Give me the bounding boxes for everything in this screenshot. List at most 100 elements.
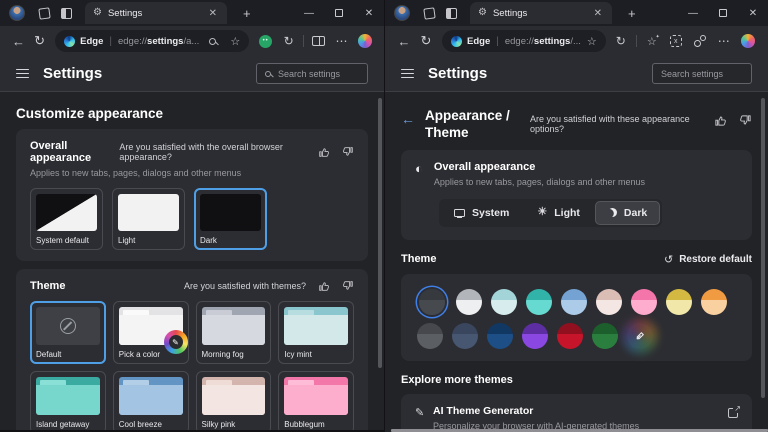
scrollbar[interactable] (378, 98, 382, 368)
minimize-button[interactable]: — (294, 0, 324, 26)
close-button[interactable]: ✕ (354, 0, 384, 26)
external-link-icon[interactable] (728, 408, 738, 418)
option-system-default[interactable]: System default (30, 188, 103, 250)
search-settings-input[interactable]: Search settings (652, 63, 752, 84)
extension-x-icon[interactable]: x (664, 30, 688, 52)
search-in-url-icon[interactable] (209, 38, 216, 45)
thumbs-down-icon[interactable] (342, 146, 354, 158)
segment-system[interactable]: System (441, 201, 522, 225)
tab-actions-icon[interactable] (55, 3, 77, 23)
theme-swatch-orange[interactable] (701, 289, 727, 315)
search-settings-input[interactable]: Search settings (256, 63, 368, 84)
new-tab-button[interactable]: + (237, 6, 257, 21)
theme-tile-icy-mint[interactable]: Icy mint (278, 301, 354, 364)
back-icon[interactable]: ← (8, 34, 29, 49)
tab-close-icon[interactable]: ✕ (205, 7, 221, 20)
theme-swatch-silky-pink[interactable] (596, 289, 622, 315)
url-text[interactable]: edge://settings/... (505, 36, 581, 47)
workspaces-icon[interactable] (33, 3, 55, 23)
theme-swatch-gray[interactable] (417, 323, 443, 349)
theme-swatch-navy[interactable] (487, 323, 513, 349)
thumbs-up-icon[interactable] (318, 280, 330, 292)
more-menu-icon[interactable]: ⋯ (330, 30, 353, 52)
refresh-icon[interactable]: ↻ (415, 33, 437, 49)
toolbar: ← ↻ Edge | edge://settings/a... ☆ •• ↻ ⋯ (0, 26, 384, 56)
theme-tile-grid: Default✎Pick a color Morning fog Icy mint I… (30, 301, 354, 432)
minimize-button[interactable]: — (678, 0, 708, 26)
theme-tile-default[interactable]: Default (30, 301, 106, 364)
copilot-icon[interactable] (736, 30, 760, 52)
maximize-button[interactable] (708, 0, 738, 26)
address-bar[interactable]: Edge | edge://settings/... ☆ (442, 30, 606, 52)
tab-close-icon[interactable]: ✕ (590, 7, 606, 20)
profile-avatar[interactable] (394, 5, 410, 21)
thumbs-up-icon[interactable] (714, 114, 727, 127)
theme-tile-bubblegum[interactable]: Bubblegum (278, 371, 354, 432)
tab-actions-icon[interactable] (440, 3, 462, 23)
restore-icon: ↺ (664, 253, 673, 266)
theme-tile-label: Morning fog (202, 350, 266, 359)
refresh-icon[interactable]: ↻ (29, 33, 50, 49)
back-icon[interactable]: ← (393, 34, 415, 49)
menu-icon[interactable] (16, 66, 29, 81)
theme-swatch-white[interactable] (456, 289, 482, 315)
theme-swatch-red[interactable] (557, 323, 583, 349)
browser-essentials-icon[interactable]: ↻ (277, 30, 300, 52)
theme-swatch-turquoise[interactable] (526, 289, 552, 315)
theme-tile-pick-a-color[interactable]: ✎Pick a color (113, 301, 189, 364)
theme-preview (36, 307, 100, 345)
new-tab-button[interactable]: + (622, 6, 642, 21)
theme-tile-silky-pink[interactable]: Silky pink (196, 371, 272, 432)
favorite-star-icon[interactable]: ☆ (230, 35, 240, 48)
custom-color-eyedropper-button[interactable] (627, 323, 653, 349)
theme-swatch-default[interactable] (419, 289, 445, 315)
segment-dark-selected[interactable]: Dark (595, 201, 660, 225)
thumbs-up-icon[interactable] (318, 146, 330, 158)
system-default-preview (36, 194, 97, 231)
option-dark-selected[interactable]: Dark (194, 188, 267, 250)
theme-swatch-purple[interactable] (522, 323, 548, 349)
theme-tile-island-getaway[interactable]: Island getaway (30, 371, 106, 432)
theme-swatch-yellow[interactable] (666, 289, 692, 315)
ai-theme-generator-row[interactable]: ✎ AI Theme Generator Personalize your br… (401, 394, 752, 432)
theme-preview (284, 377, 348, 415)
browser-window-right: ⚙ Settings ✕ + — ✕ ← ↻ Edge | edge://set… (384, 0, 768, 432)
thumbs-down-icon[interactable] (739, 114, 752, 127)
split-screen-icon[interactable] (307, 30, 330, 52)
favorite-star-icon[interactable]: ☆ (587, 35, 597, 48)
profile-avatar[interactable] (9, 5, 25, 21)
more-menu-icon[interactable]: ⋯ (712, 30, 736, 52)
extension-green-icon[interactable]: •• (254, 30, 277, 52)
option-light[interactable]: Light (112, 188, 185, 250)
browser-essentials-icon[interactable]: ↻ (609, 30, 633, 52)
theme-swatch-icy-mint[interactable] (491, 289, 517, 315)
restore-default-button[interactable]: ↺ Restore default (664, 253, 752, 266)
feedback-question: Are you satisfied with themes? (184, 281, 306, 291)
workspaces-icon[interactable] (418, 3, 440, 23)
thumbs-down-icon[interactable] (342, 280, 354, 292)
ai-theme-generator-title: AI Theme Generator (433, 405, 639, 417)
theme-swatch-cool-breeze[interactable] (561, 289, 587, 315)
address-bar[interactable]: Edge | edge://settings/a... ☆ (55, 30, 249, 52)
theme-tile-morning-fog[interactable]: Morning fog (196, 301, 272, 364)
theme-tile-cool-breeze[interactable]: Cool breeze (113, 371, 189, 432)
browser-window-left: ⚙ Settings ✕ + — ✕ ← ↻ Edge | edge://set… (0, 0, 384, 432)
segment-light[interactable]: ☀ Light (524, 201, 593, 225)
copilot-icon[interactable] (353, 30, 376, 52)
maximize-button[interactable] (324, 0, 354, 26)
theme-swatch-bubblegum[interactable] (631, 289, 657, 315)
theme-swatch-slate[interactable] (452, 323, 478, 349)
menu-icon[interactable] (401, 66, 414, 81)
search-placeholder: Search settings (661, 69, 723, 79)
active-tab[interactable]: ⚙ Settings ✕ (85, 2, 227, 24)
scrollbar[interactable] (761, 98, 765, 398)
toolbar-divider (303, 35, 304, 47)
back-arrow-icon[interactable]: ← (401, 111, 415, 142)
extension-molecule-icon[interactable] (688, 30, 712, 52)
theme-swatch-green[interactable] (592, 323, 618, 349)
active-tab[interactable]: ⚙ Settings ✕ (470, 2, 612, 24)
url-text[interactable]: edge://settings/a... (118, 36, 199, 47)
overall-appearance-card: ◐ Overall appearance Applies to new tabs… (401, 150, 752, 240)
favorites-icon[interactable]: ☆ (640, 30, 664, 52)
close-button[interactable]: ✕ (738, 0, 768, 26)
